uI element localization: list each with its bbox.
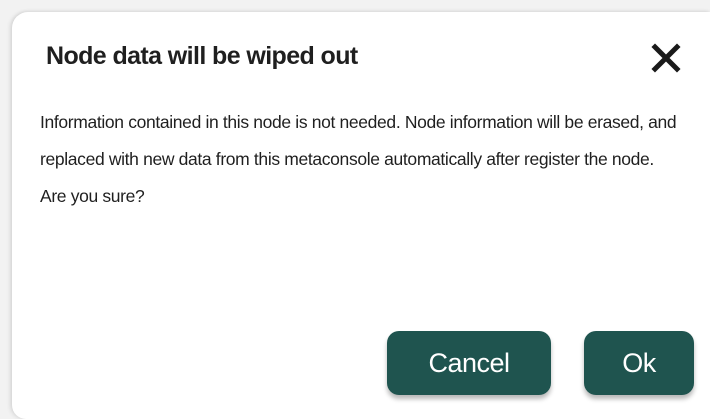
dialog-message: Information contained in this node is no… — [40, 112, 677, 206]
cancel-button[interactable]: Cancel — [387, 331, 551, 395]
confirm-dialog: Node data will be wiped out Information … — [12, 12, 710, 419]
close-icon[interactable] — [648, 40, 684, 76]
dialog-title: Node data will be wiped out — [46, 42, 358, 70]
ok-button[interactable]: Ok — [584, 331, 694, 395]
